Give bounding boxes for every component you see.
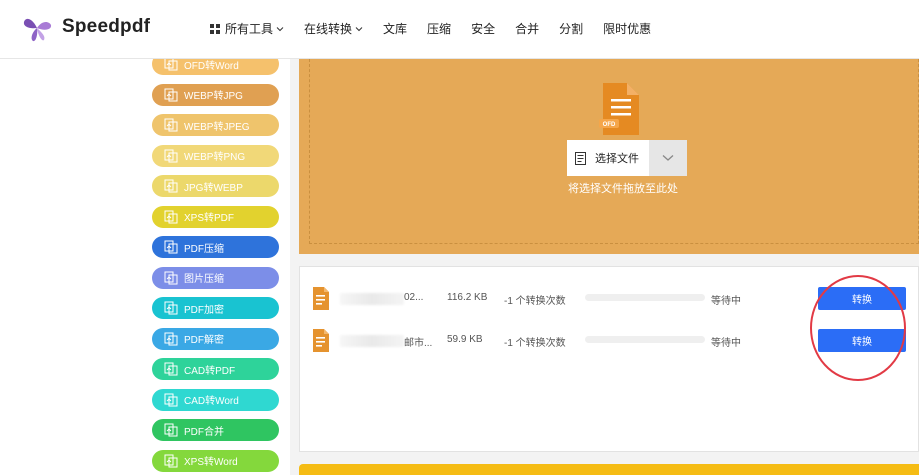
sidebar-tool-label: WEBP转JPG — [184, 91, 243, 102]
tool-icon — [164, 423, 178, 437]
sidebar-tool-label: XPS转Word — [184, 457, 238, 468]
sidebar-tool-label: PDF压缩 — [184, 243, 224, 255]
file-name: 邮市... — [404, 338, 433, 349]
nav-label: 文库 — [383, 22, 408, 36]
file-name: 02... — [404, 292, 424, 303]
nav-library[interactable]: 文库 — [383, 20, 407, 37]
nav-compress[interactable]: 压缩 — [427, 20, 451, 37]
tool-icon — [164, 59, 178, 71]
sidebar-tool-item[interactable]: PDF加密 — [152, 297, 279, 319]
tool-icon — [164, 454, 178, 467]
tool-icon — [164, 362, 178, 376]
nav-security[interactable]: 安全 — [471, 20, 495, 37]
tool-icon — [164, 332, 178, 345]
select-file-label: 选择文件 — [595, 153, 639, 165]
sidebar-tool-item[interactable]: OFD转Word — [152, 59, 279, 75]
main-nav: 所有工具 在线转换 文库 压缩 安全 合并 分割 限时优惠 — [210, 20, 671, 37]
tool-icon — [164, 301, 178, 315]
grid-icon — [210, 23, 220, 34]
nav-online-convert[interactable]: 在线转换 — [304, 20, 363, 37]
file-size: 116.2 KB — [447, 292, 488, 303]
sidebar-tool-item[interactable]: WEBP转PNG — [152, 144, 279, 167]
nav-label: 在线转换 — [304, 22, 353, 36]
nav-label: 压缩 — [427, 22, 452, 36]
tool-icon — [164, 118, 178, 132]
tool-icon — [164, 271, 178, 284]
conversion-count: -1 个转换次数 — [504, 296, 566, 307]
sidebar-tool-label: PDF解密 — [184, 335, 224, 346]
tool-icon — [164, 149, 178, 162]
tool-icon — [164, 393, 178, 406]
ofd-badge-text: OFD — [603, 122, 616, 128]
file-name-redacted — [340, 293, 404, 305]
file-status: 等待中 — [711, 296, 741, 307]
nav-label: 安全 — [471, 22, 496, 36]
tool-icon — [164, 210, 178, 223]
tool-icon — [164, 179, 178, 193]
progress-bar — [585, 336, 705, 343]
nav-label: 分割 — [559, 22, 584, 36]
chevron-down-icon — [662, 155, 674, 161]
sidebar-tool-label: PDF合并 — [184, 426, 224, 438]
select-file-dropdown[interactable] — [649, 140, 687, 176]
sidebar-tool-label: WEBP转JPEG — [184, 121, 250, 133]
nav-merge[interactable]: 合并 — [515, 20, 539, 37]
sidebar-tool-label: 图片压缩 — [184, 274, 224, 285]
tool-sidebar: OFD转Word WEBP转JPG WEBP转JPEG WEBP转PNG JPG转WEB… — [0, 59, 290, 475]
sidebar-tool-item[interactable]: CAD转PDF — [152, 358, 279, 380]
ofd-file-icon — [313, 329, 329, 352]
ofd-file-icon: OFD — [599, 83, 639, 135]
bottom-color-bar — [299, 464, 919, 475]
tool-icon — [164, 240, 178, 254]
sidebar-tool-item[interactable]: CAD转Word — [152, 388, 279, 411]
sidebar-tool-item[interactable]: WEBP转JPEG — [152, 114, 279, 136]
nav-label: 所有工具 — [225, 22, 274, 36]
file-size: 59.9 KB — [447, 334, 483, 345]
sidebar-tool-label: WEBP转PNG — [184, 152, 246, 163]
ofd-file-icon — [313, 287, 329, 310]
select-file-button[interactable]: 选择文件 — [567, 140, 649, 176]
sidebar-tool-label: CAD转Word — [184, 396, 239, 407]
chevron-down-icon — [276, 26, 284, 31]
top-header: Speedpdf 所有工具 在线转换 文库 压缩 安全 合并 分割 限时优惠 — [0, 0, 919, 59]
sidebar-tool-item[interactable]: WEBP转JPG — [152, 83, 279, 106]
highlight-circle — [810, 275, 906, 381]
sidebar-tool-item[interactable]: XPS转PDF — [152, 205, 279, 228]
nav-split[interactable]: 分割 — [559, 20, 583, 37]
file-name-redacted — [340, 335, 404, 347]
sidebar-tool-label: OFD转Word — [184, 60, 239, 72]
sidebar-tool-label: JPG转WEBP — [184, 182, 243, 194]
sidebar-tool-label: PDF加密 — [184, 304, 224, 316]
butterfly-logo-icon[interactable] — [22, 12, 54, 44]
sidebar-tool-label: CAD转PDF — [184, 365, 236, 377]
sidebar-tool-item[interactable]: PDF压缩 — [152, 236, 279, 258]
select-file-control: 选择文件 — [567, 140, 687, 176]
nav-limited-offer[interactable]: 限时优惠 — [603, 20, 651, 37]
progress-bar — [585, 294, 705, 301]
nav-label: 限时优惠 — [603, 22, 652, 36]
conversion-count: -1 个转换次数 — [504, 338, 566, 349]
brand-name[interactable]: Speedpdf — [62, 16, 150, 38]
nav-all-tools[interactable]: 所有工具 — [210, 20, 284, 37]
tool-icon — [164, 88, 178, 101]
document-icon — [575, 151, 586, 165]
sidebar-tool-item[interactable]: XPS转Word — [152, 449, 279, 472]
drop-hint: 将选择文件拖放至此处 — [568, 183, 678, 195]
sidebar-tool-item[interactable]: PDF合并 — [152, 419, 279, 441]
drop-zone-border: OFD 选择文件 将选择文件拖放至此处 — [309, 59, 919, 244]
upload-drop-zone[interactable]: OFD 选择文件 将选择文件拖放至此处 — [299, 59, 919, 254]
sidebar-tool-item[interactable]: PDF解密 — [152, 327, 279, 350]
chevron-down-icon — [355, 26, 363, 31]
sidebar-tool-item[interactable]: 图片压缩 — [152, 266, 279, 289]
nav-label: 合并 — [515, 22, 540, 36]
sidebar-tool-label: XPS转PDF — [184, 213, 235, 224]
sidebar-tool-item[interactable]: JPG转WEBP — [152, 175, 279, 197]
file-status: 等待中 — [711, 338, 741, 349]
